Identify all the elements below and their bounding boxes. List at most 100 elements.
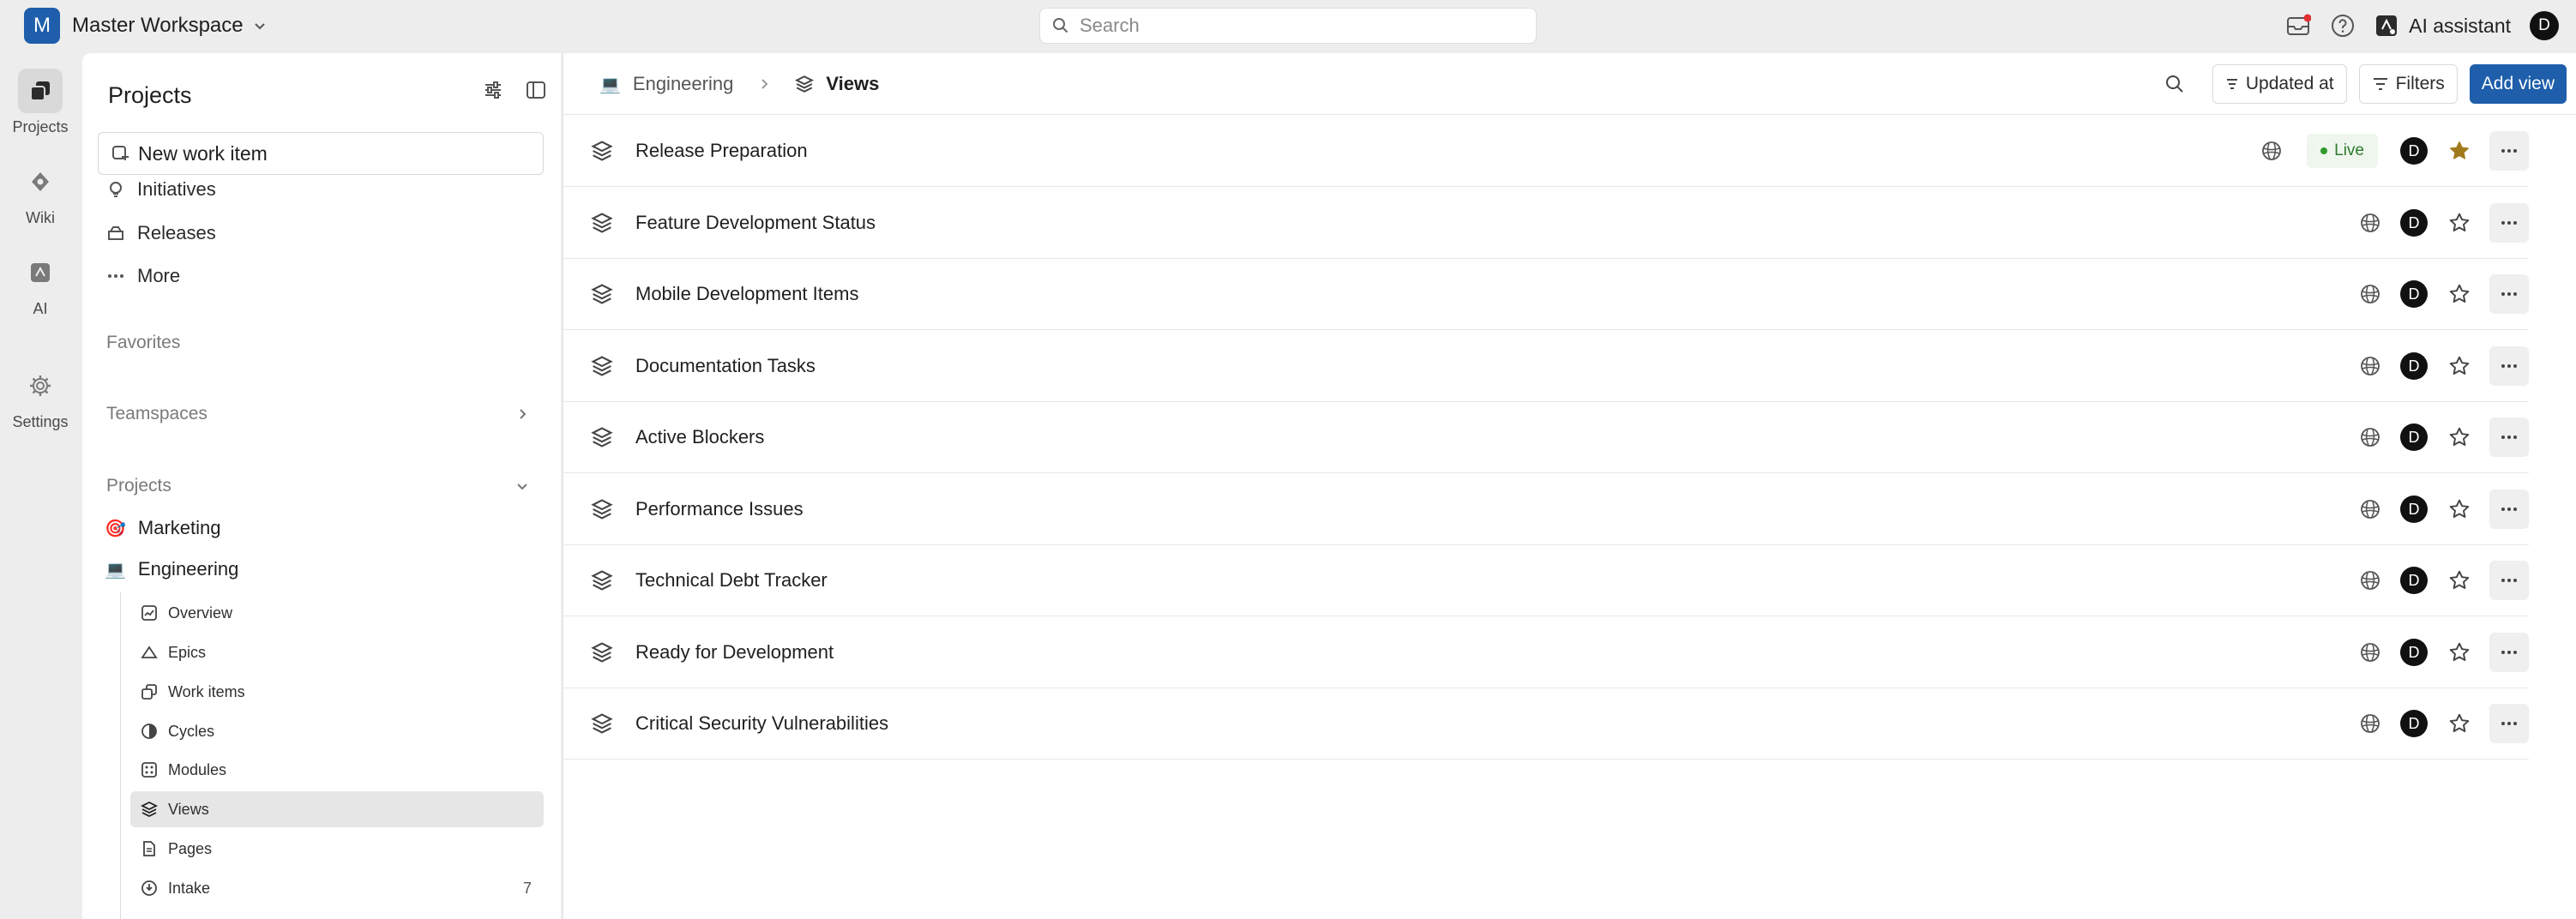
chevron-down-icon[interactable] [515,478,530,494]
project-nav-label: Work items [168,682,245,700]
project-nav-views[interactable]: Views [130,791,544,827]
views-icon [591,498,613,520]
chevron-right-icon[interactable] [515,406,530,422]
more-options-button[interactable] [2489,274,2529,314]
view-row[interactable]: Feature Development Status D [563,188,2529,259]
rail-item-wiki[interactable]: Wiki [0,159,81,227]
help-icon[interactable] [2330,13,2356,39]
star-icon[interactable] [2448,426,2471,448]
globe-icon[interactable] [2260,140,2283,162]
workspace-switcher[interactable]: M Master Workspace [24,8,268,44]
view-row[interactable]: Mobile Development Items D [563,259,2529,330]
view-row[interactable]: Ready for Development D [563,617,2529,688]
more-options-button[interactable] [2489,131,2529,171]
globe-icon[interactable] [2359,569,2381,592]
favorites-heading[interactable]: Favorites [106,333,180,353]
app-rail: Projects Wiki AI Settings [0,51,81,919]
sidebar-item-releases[interactable]: Releases [106,222,216,244]
breadcrumb-project[interactable]: Engineering [633,73,733,95]
overview-icon [141,604,158,622]
star-icon[interactable] [2448,355,2471,377]
sliders-icon[interactable] [482,79,504,101]
rail-item-settings[interactable]: Settings [0,363,81,431]
owner-avatar[interactable]: D [2400,209,2428,237]
view-row[interactable]: Performance Issues D [563,474,2529,545]
search-input[interactable]: Search [1039,8,1537,44]
owner-avatar[interactable]: D [2400,137,2428,165]
more-horizontal-icon [2500,500,2519,519]
target-emoji-icon: 🎯 [105,519,126,538]
rail-item-projects[interactable]: Projects [0,69,81,136]
more-options-button[interactable] [2489,561,2529,600]
sidebar-toggle-icon[interactable] [525,79,547,101]
star-icon[interactable] [2448,283,2471,305]
gear-icon [18,363,63,408]
view-row[interactable]: Documentation Tasks D [563,331,2529,402]
more-options-button[interactable] [2489,704,2529,743]
filters-button[interactable]: Filters [2358,64,2458,104]
sidebar-item-initiatives[interactable]: Initiatives [106,178,216,201]
new-work-item-button[interactable]: New work item [98,132,544,175]
globe-icon[interactable] [2359,355,2381,377]
sidebar-item-more[interactable]: More [106,265,180,287]
star-icon[interactable] [2448,212,2471,234]
search-icon[interactable] [2164,74,2185,94]
view-row[interactable]: Technical Debt Tracker D [563,545,2529,616]
teamspaces-heading[interactable]: Teamspaces [106,404,208,424]
ai-assistant-button[interactable]: AI assistant [2374,14,2511,38]
view-name[interactable]: Release Preparation [635,140,808,162]
project-nav-intake[interactable]: Intake 7 [130,870,544,906]
project-nav-epics[interactable]: Epics [130,634,544,670]
project-nav-overview[interactable]: Overview [130,595,544,631]
project-nav-modules[interactable]: Modules [130,752,544,788]
star-icon[interactable] [2448,712,2471,735]
globe-icon[interactable] [2359,641,2381,664]
owner-avatar[interactable]: D [2400,639,2428,666]
owner-avatar[interactable]: D [2400,710,2428,737]
inbox-icon[interactable] [2285,13,2312,39]
view-name[interactable]: Mobile Development Items [635,283,858,305]
project-nav-cycles[interactable]: Cycles [130,713,544,749]
owner-avatar[interactable]: D [2400,423,2428,451]
globe-icon[interactable] [2359,712,2381,735]
star-icon[interactable] [2448,569,2471,592]
sort-button[interactable]: Updated at [2212,64,2347,104]
rail-item-ai[interactable]: AI [0,250,81,318]
view-name[interactable]: Documentation Tasks [635,355,816,377]
more-options-button[interactable] [2489,203,2529,243]
view-name[interactable]: Feature Development Status [635,212,876,234]
globe-icon[interactable] [2359,283,2381,305]
owner-avatar[interactable]: D [2400,567,2428,594]
more-options-button[interactable] [2489,346,2529,386]
more-horizontal-icon [106,267,125,285]
view-name[interactable]: Performance Issues [635,498,803,520]
star-icon[interactable] [2448,498,2471,520]
more-options-button[interactable] [2489,633,2529,672]
view-name[interactable]: Active Blockers [635,426,764,448]
projects-heading[interactable]: Projects [106,476,172,496]
user-avatar[interactable]: D [2530,11,2559,40]
more-options-button[interactable] [2489,490,2529,529]
project-engineering[interactable]: 💻 Engineering [105,558,238,580]
more-horizontal-icon [2500,285,2519,303]
project-nav-pages[interactable]: Pages [130,831,544,867]
view-name[interactable]: Technical Debt Tracker [635,569,828,592]
view-row[interactable]: Critical Security Vulnerabilities D [563,688,2529,760]
more-options-button[interactable] [2489,417,2529,457]
star-icon[interactable] [2448,641,2471,664]
owner-avatar[interactable]: D [2400,280,2428,308]
globe-icon[interactable] [2359,426,2381,448]
view-row[interactable]: Release Preparation Live D [563,116,2529,187]
add-view-button[interactable]: Add view [2469,64,2567,104]
project-marketing[interactable]: 🎯 Marketing [105,517,221,539]
owner-avatar[interactable]: D [2400,352,2428,380]
star-filled-icon[interactable] [2448,140,2471,162]
globe-icon[interactable] [2359,498,2381,520]
view-name[interactable]: Critical Security Vulnerabilities [635,712,888,735]
globe-icon[interactable] [2359,212,2381,234]
owner-avatar[interactable]: D [2400,496,2428,523]
project-nav-work-items[interactable]: Work items [130,674,544,710]
sidebar-item-label: Releases [137,222,216,243]
view-name[interactable]: Ready for Development [635,641,834,664]
view-row[interactable]: Active Blockers D [563,402,2529,473]
